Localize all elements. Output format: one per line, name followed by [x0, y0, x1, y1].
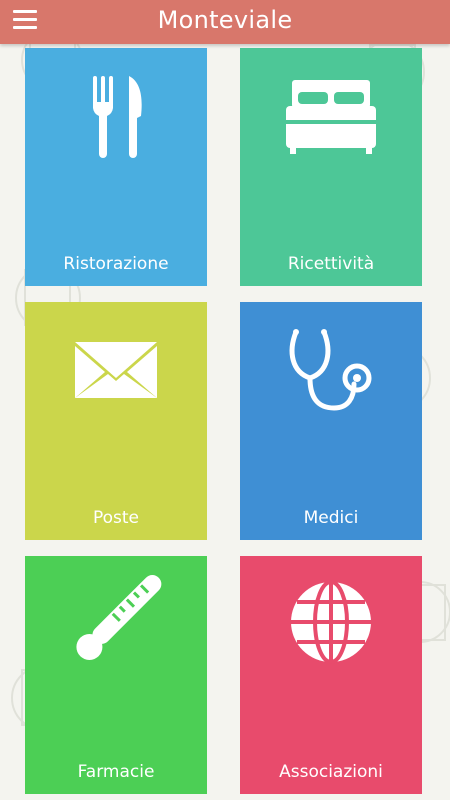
tile-label: Poste [92, 508, 140, 528]
thermometer-icon [76, 575, 162, 660]
tile-label: Farmacie [77, 762, 155, 782]
tile-label: Ricettività [287, 254, 375, 274]
globe-icon [291, 580, 371, 664]
tile-label: Ristorazione [63, 254, 169, 274]
app-header: Monteviale [0, 0, 450, 44]
tile-ristorazione[interactable]: Ristorazione [25, 48, 207, 286]
tile-poste[interactable]: Poste [25, 302, 207, 540]
tile-farmacie[interactable]: Farmacie [25, 556, 207, 794]
tile-label: Associazioni [279, 762, 383, 782]
bed-icon [286, 80, 376, 154]
tile-ricettivita[interactable]: Ricettività [240, 48, 422, 286]
tile-associazioni[interactable]: Associazioni [240, 556, 422, 794]
envelope-icon [75, 342, 157, 398]
fork-knife-icon [93, 76, 142, 158]
tile-medici[interactable]: Medici [240, 302, 422, 540]
tile-label: Medici [303, 508, 359, 528]
stethoscope-icon [289, 329, 372, 411]
page-title: Monteviale [157, 6, 293, 34]
